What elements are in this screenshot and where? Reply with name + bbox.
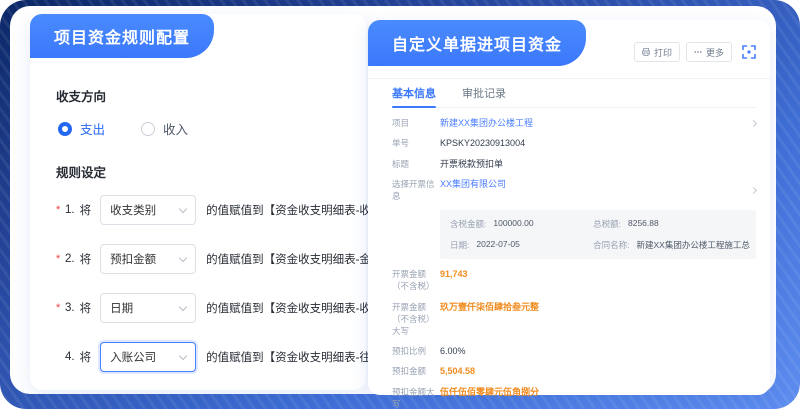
rule-1-select-value: 收支类别 [110, 202, 156, 218]
rule-number: 4. [65, 351, 75, 363]
row-withhold-amount: 预扣金额 5,504.58 [392, 365, 756, 378]
detail-rows: 项目 新建XX集团办公楼工程 单号 KPSKY20230913004 标题 开票… [392, 117, 756, 409]
direction-radio-group: 支出 收入 [58, 119, 350, 138]
chevron-right-icon[interactable] [743, 188, 756, 193]
summary-value: 100000.00 [493, 218, 533, 230]
custom-document-panel-title: 自定义单据进项目资金 [368, 20, 586, 66]
row-project: 项目 新建XX集团办公楼工程 [392, 117, 756, 130]
panel-toolbar: 打印 更多 [634, 42, 757, 62]
chevron-down-icon [179, 253, 187, 261]
rule-number: 2. [65, 253, 75, 265]
radio-unselected-icon [141, 122, 155, 136]
field-label: 开票金额（不含税） [392, 268, 440, 293]
project-link[interactable]: 新建XX集团办公楼工程 [440, 117, 533, 130]
title-value: 开票税款预扣单 [440, 158, 503, 171]
summary-label: 总税额: [593, 218, 621, 230]
withhold-amount-caps-value: 伍仟伍佰零肆元伍角捌分 [440, 386, 539, 399]
field-label: 开票金额（不含税）大写 [392, 301, 440, 338]
rule-config-panel: 项目资金规则配置 收支方向 支出 收入 规则设定 * 1. 将 收支类别 的值赋… [30, 14, 366, 390]
row-doc-no: 单号 KPSKY20230913004 [392, 137, 756, 150]
radio-expense-label: 支出 [80, 119, 105, 138]
invoice-info-link[interactable]: XX集团有限公司 [440, 178, 506, 191]
more-button-label: 更多 [706, 46, 724, 59]
amount-ex-tax-caps-value: 玖万壹仟柒佰肆拾叁元整 [440, 301, 539, 314]
rule-row-3: * 3. 将 日期 的值赋值到【资金收支明细表-收支日期】中 [56, 293, 350, 323]
summary-value: 新建XX集团办公楼工程施工总承包合同 [636, 239, 750, 251]
field-label: 单号 [392, 137, 440, 150]
print-button-label: 打印 [654, 46, 672, 59]
field-label: 选择开票信息 [392, 178, 440, 203]
field-label: 预扣金额大写 [392, 386, 440, 409]
row-invoice-info: 选择开票信息 XX集团有限公司 [392, 178, 756, 203]
field-label: 项目 [392, 117, 440, 130]
amount-ex-tax-value: 91,743 [440, 268, 468, 281]
field-label: 预扣比例 [392, 345, 440, 358]
custom-document-panel: 自定义单据进项目资金 打印 更多 基本信息 审批记录 项目 新建XX集团办公楼工… [368, 20, 770, 395]
radio-income-label: 收入 [163, 119, 188, 138]
rules-section-title: 规则设定 [56, 162, 350, 181]
chevron-right-icon[interactable] [743, 121, 756, 126]
chevron-down-icon [179, 302, 187, 310]
summary-label: 合同名称: [593, 239, 629, 251]
rule-word-set: 将 [80, 251, 92, 267]
row-amount-ex-tax-caps: 开票金额（不含税）大写 玖万壹仟柒佰肆拾叁元整 [392, 301, 756, 338]
rule-word-set: 将 [80, 300, 92, 316]
chevron-down-icon [179, 204, 187, 212]
radio-selected-icon [58, 122, 72, 136]
required-asterisk: * [56, 302, 65, 314]
tab-approval-record[interactable]: 审批记录 [462, 79, 506, 107]
summary-value: 2022-07-05 [476, 239, 519, 251]
row-withhold-amount-caps: 预扣金额大写 伍仟伍佰零肆元伍角捌分 [392, 386, 756, 409]
radio-income[interactable]: 收入 [141, 119, 188, 138]
summary-label: 含税金额: [450, 218, 486, 230]
rule-word-set: 将 [80, 349, 92, 365]
summary-tax-incl: 含税金额: 100000.00 [450, 218, 589, 230]
required-asterisk: * [56, 204, 65, 216]
invoice-summary-box: 含税金额: 100000.00 总税额: 8256.88 日期: 2022-07… [440, 210, 756, 259]
field-label: 预扣金额 [392, 365, 440, 378]
row-title: 标题 开票税款预扣单 [392, 158, 756, 171]
radio-expense[interactable]: 支出 [58, 119, 105, 138]
fullscreen-icon[interactable] [741, 44, 757, 60]
rule-1-field-select[interactable]: 收支类别 [100, 195, 196, 225]
summary-value: 8256.88 [628, 218, 659, 230]
chevron-down-icon [179, 351, 187, 359]
rule-config-panel-title: 项目资金规则配置 [30, 14, 214, 58]
print-button[interactable]: 打印 [634, 42, 680, 62]
tab-basic-info[interactable]: 基本信息 [392, 79, 436, 107]
rule-row-1: * 1. 将 收支类别 的值赋值到【资金收支明细表-收支类别】中 [56, 195, 350, 225]
doc-no-value: KPSKY20230913004 [440, 137, 525, 150]
printer-icon [642, 48, 650, 56]
rule-number: 1. [65, 204, 75, 216]
tab-bar: 基本信息 审批记录 [392, 79, 756, 108]
withhold-ratio-value: 6.00% [440, 345, 466, 358]
rule-row-4: 4. 将 入账公司 的值赋值到【资金收支明细表-往来单位】中 [56, 342, 350, 372]
summary-label: 日期: [450, 239, 469, 251]
rule-3-field-select[interactable]: 日期 [100, 293, 196, 323]
summary-tax-total: 总税额: 8256.88 [593, 218, 750, 230]
rule-word-set: 将 [80, 202, 92, 218]
more-button[interactable]: 更多 [686, 42, 732, 62]
rule-2-select-value: 预扣金额 [110, 251, 156, 267]
required-asterisk: * [56, 253, 65, 265]
row-amount-ex-tax: 开票金额（不含税） 91,743 [392, 268, 756, 293]
rule-4-field-select[interactable]: 入账公司 [100, 342, 196, 372]
summary-contract: 合同名称: 新建XX集团办公楼工程施工总承包合同 [593, 239, 750, 251]
rule-2-field-select[interactable]: 预扣金额 [100, 244, 196, 274]
rule-4-select-value: 入账公司 [110, 349, 156, 365]
direction-section-title: 收支方向 [56, 86, 350, 105]
withhold-amount-value: 5,504.58 [440, 365, 475, 378]
row-withhold-ratio: 预扣比例 6.00% [392, 345, 756, 358]
rule-3-select-value: 日期 [110, 300, 133, 316]
rule-number: 3. [65, 302, 75, 314]
more-dots-icon [694, 48, 702, 56]
field-label: 标题 [392, 158, 440, 171]
rule-row-2: * 2. 将 预扣金额 的值赋值到【资金收支明细表-金额】中 [56, 244, 350, 274]
summary-date: 日期: 2022-07-05 [450, 239, 589, 251]
